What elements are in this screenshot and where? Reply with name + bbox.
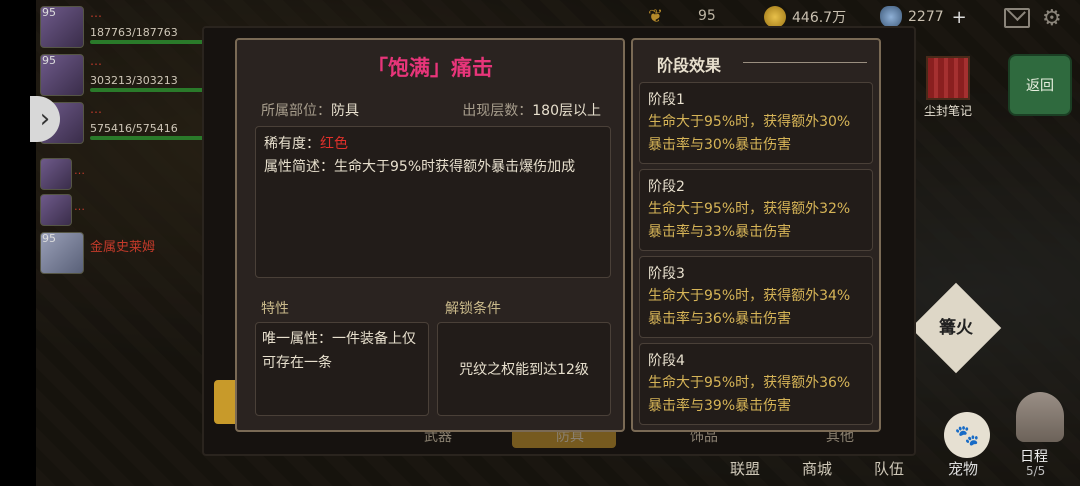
gold-value: 446.7万 — [792, 10, 847, 26]
stage-title: 阶段1 — [648, 92, 685, 108]
back-button[interactable]: 返回 — [1008, 54, 1072, 116]
nav-alliance[interactable]: 联盟 — [730, 458, 760, 479]
add-gem-button[interactable]: + — [952, 7, 967, 28]
book-icon — [926, 56, 970, 100]
screen-left-edge — [0, 0, 36, 486]
campfire-label: 篝火 — [939, 318, 973, 338]
unlock-text: 咒纹之权能到达12级 — [459, 362, 589, 378]
member-name: … — [90, 102, 102, 116]
rarity-value: 红色 — [320, 136, 348, 152]
stage-title: 阶段2 — [648, 179, 685, 195]
hp-bar — [90, 88, 218, 92]
stage-card: 阶段3 生命大于95%时，获得额外34%暴击率与36%暴击伤害 — [639, 256, 873, 338]
wheat-value: 95 — [698, 8, 716, 24]
member-name: 金属史莱姆 — [90, 240, 156, 255]
rarity-label: 稀有度： — [264, 136, 320, 152]
nav-team[interactable]: 队伍 — [874, 458, 904, 479]
gem-value: 2277 — [908, 9, 944, 25]
paw-icon[interactable]: 🐾 — [944, 412, 990, 458]
rarity-row: 稀有度：红色 — [264, 133, 602, 155]
member-hp: 187763/187763 — [90, 26, 178, 39]
schedule-avatar[interactable] — [1016, 392, 1064, 442]
unlock-condition-box: 咒纹之权能到达12级 — [437, 322, 611, 416]
stage-description: 生命大于95%时，获得额外36%暴击率与39%暴击伤害 — [648, 375, 851, 414]
stage-card: 阶段2 生命大于95%时，获得额外32%暴击率与33%暴击伤害 — [639, 169, 873, 251]
dust-notes-button[interactable]: 尘封笔记 — [916, 56, 980, 119]
member-name: … — [90, 54, 102, 68]
item-detail-panel: 「饱满」痛击 所属部位：防具 出现层数：180层以上 稀有度：红色 属性简述：生… — [235, 38, 625, 432]
stage-description: 生命大于95%时，获得额外34%暴击率与36%暴击伤害 — [648, 288, 851, 327]
hp-bar — [90, 136, 218, 140]
mail-icon[interactable] — [1004, 8, 1030, 28]
slot-label: 所属部位： — [261, 103, 331, 119]
member-name: … — [74, 164, 85, 177]
nav-shop[interactable]: 商城 — [802, 458, 832, 479]
stage-title: 阶段4 — [648, 353, 685, 369]
gem-icon — [880, 6, 902, 28]
hp-bar — [90, 40, 218, 44]
description-box: 稀有度：红色 属性简述：生命大于95%时获得额外暴击爆伤加成 — [255, 126, 611, 278]
gear-icon[interactable]: ⚙ — [1042, 6, 1062, 31]
pet-label[interactable]: 宠物 — [948, 458, 978, 479]
member-hp: 303213/303213 — [90, 74, 178, 87]
floor-row: 出现层数：180层以上 — [462, 100, 601, 120]
avatar — [40, 158, 72, 190]
schedule-count: 5/5 — [1026, 464, 1046, 478]
divider — [743, 62, 867, 63]
trait-heading: 特性 — [261, 301, 289, 317]
stage-card: 阶段4 生命大于95%时，获得额外36%暴击率与39%暴击伤害 — [639, 343, 873, 425]
member-level: 95 — [42, 6, 56, 19]
member-name: … — [90, 6, 102, 20]
schedule-label[interactable]: 日程 — [1020, 446, 1048, 466]
unlock-heading: 解锁条件 — [445, 301, 501, 317]
slot-row: 所属部位：防具 — [261, 100, 359, 120]
dust-notes-label: 尘封笔记 — [923, 104, 972, 118]
stage-effects-panel: 阶段效果 阶段1 生命大于95%时，获得额外30%暴击率与30%暴击伤害 阶段2… — [631, 38, 881, 432]
member-level: 95 — [42, 54, 56, 67]
stage-description: 生命大于95%时，获得额外30%暴击率与30%暴击伤害 — [648, 114, 851, 153]
member-name: … — [74, 200, 85, 213]
avatar — [40, 194, 72, 226]
floor-value: 180层以上 — [532, 103, 601, 119]
item-title: 「饱满」痛击 — [367, 56, 493, 80]
wheat-icon: ❦ — [648, 6, 664, 27]
side-tab-marker — [214, 380, 236, 424]
stage-description: 生命大于95%时，获得额外32%暴击率与33%暴击伤害 — [648, 201, 851, 240]
floor-label: 出现层数： — [462, 103, 533, 119]
stage-heading: 阶段效果 — [657, 56, 722, 75]
member-hp: 575416/575416 — [90, 122, 178, 135]
member-level: 95 — [42, 232, 56, 245]
description-text: 属性简述：生命大于95%时获得额外暴击爆伤加成 — [264, 159, 576, 175]
gold-coin-icon — [764, 6, 786, 28]
trait-text: 唯一属性：一件装备上仅可存在一条 — [255, 322, 429, 416]
stage-title: 阶段3 — [648, 266, 685, 282]
stage-card: 阶段1 生命大于95%时，获得额外30%暴击率与30%暴击伤害 — [639, 82, 873, 164]
slot-value: 防具 — [331, 103, 359, 119]
